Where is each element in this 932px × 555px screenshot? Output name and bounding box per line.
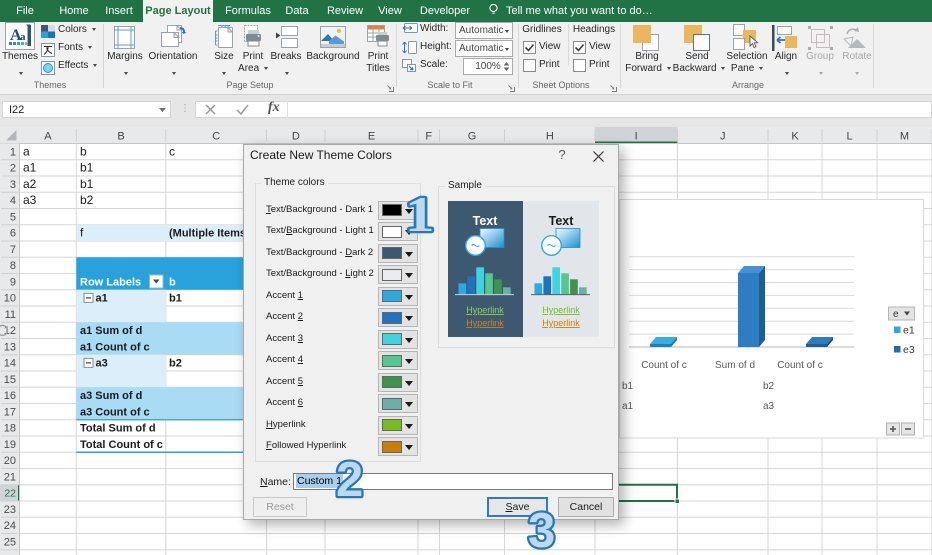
svg-text:1: 1 [405, 186, 435, 242]
svg-text:2: 2 [336, 453, 363, 507]
svg-text:3: 3 [528, 504, 555, 555]
